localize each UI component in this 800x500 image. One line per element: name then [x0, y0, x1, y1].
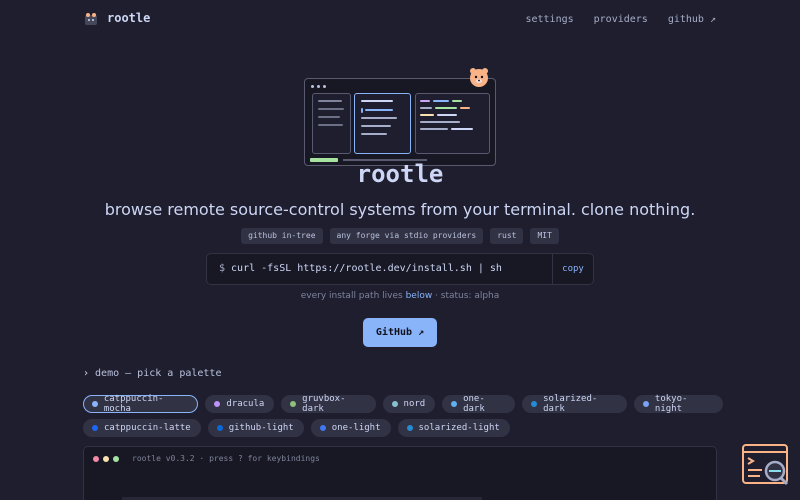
- rootle-logo-icon: [84, 11, 98, 25]
- install-command-box: $ curl -fsSL https://rootle.dev/install.s…: [206, 253, 594, 285]
- palette-label: one-light: [331, 423, 381, 433]
- maximize-dot-icon: [113, 456, 119, 462]
- brand[interactable]: rootle: [84, 11, 150, 25]
- demo-heading-text: demo — pick a palette: [95, 368, 222, 379]
- palette-chip-one-dark[interactable]: one-dark: [442, 394, 516, 414]
- install-note: every install path lives below · status:…: [0, 291, 800, 301]
- nav-links: settings providers github ↗: [525, 14, 716, 25]
- window-controls: [93, 456, 119, 462]
- demo-heading: › demo — pick a palette: [83, 368, 221, 379]
- close-dot-icon: [93, 456, 99, 462]
- bear-mascot-icon: [468, 66, 490, 88]
- palette-chip-dracula[interactable]: dracula: [205, 395, 275, 413]
- palette-dot-icon: [92, 425, 98, 431]
- palette-label: catppuccin-latte: [104, 423, 191, 433]
- palette-dot-icon: [216, 425, 223, 431]
- palette-label: solarized-dark: [543, 394, 598, 414]
- minimize-dot-icon: [103, 456, 109, 462]
- brand-name: rootle: [107, 11, 151, 25]
- chevron-right-icon: ›: [83, 368, 90, 379]
- badge-rust: rust: [490, 228, 524, 244]
- palette-label: nord: [403, 399, 426, 409]
- palette-dot-icon: [531, 401, 538, 407]
- nav-link-github[interactable]: github ↗: [668, 14, 716, 25]
- palette-label: one-dark: [463, 394, 485, 414]
- hero-tagline: browse remote source-control systems fro…: [104, 200, 696, 219]
- hero-illustration: [304, 66, 496, 168]
- badge-list: github in-tree any forge via stdio provi…: [0, 228, 800, 244]
- badge-github-in-tree: github in-tree: [241, 228, 323, 244]
- terminal-illustration: [304, 78, 496, 166]
- demo-terminal[interactable]: rootle v0.3.2 · press ? for keybindings: [83, 446, 717, 500]
- palette-dot-icon: [451, 401, 458, 407]
- terminal-search-icon: [742, 444, 790, 490]
- palette-dot-icon: [214, 401, 221, 407]
- palette-chip-one-light[interactable]: one-light: [310, 419, 391, 437]
- palette-row-1: catppuccin-mocha dracula gruvbox-dark no…: [83, 394, 723, 414]
- terminal-status-line: rootle v0.3.2 · press ? for keybindings: [132, 454, 320, 463]
- palette-label: gruvbox-dark: [302, 394, 346, 414]
- install-note-suffix: · status: alpha: [435, 291, 500, 301]
- install-command-text: curl -fsSL https://rootle.dev/install.sh…: [231, 263, 502, 274]
- hero-title: rootle: [356, 160, 444, 188]
- floating-widget[interactable]: [742, 444, 790, 486]
- palette-picker: catppuccin-mocha dracula gruvbox-dark no…: [83, 394, 723, 443]
- install-command[interactable]: $ curl -fsSL https://rootle.dev/install.s…: [219, 263, 502, 274]
- badge-mit: MIT: [530, 228, 559, 244]
- github-button[interactable]: GitHub ↗: [363, 318, 437, 347]
- palette-label: catppuccin-mocha: [103, 394, 164, 414]
- install-note-link[interactable]: below: [406, 291, 433, 301]
- palette-dot-icon: [319, 425, 326, 431]
- palette-label: tokyo-night: [654, 394, 688, 414]
- palette-chip-catppuccin-mocha[interactable]: catppuccin-mocha: [83, 394, 199, 414]
- palette-chip-catppuccin-latte[interactable]: catppuccin-latte: [83, 419, 201, 437]
- palette-label: github-light: [228, 423, 294, 433]
- palette-dot-icon: [391, 401, 398, 407]
- palette-chip-solarized-dark[interactable]: solarized-dark: [522, 394, 628, 414]
- palette-chip-github-light[interactable]: github-light: [207, 419, 304, 437]
- palette-chip-solarized-light[interactable]: solarized-light: [397, 419, 510, 437]
- palette-label: solarized-light: [418, 423, 500, 433]
- top-nav: rootle settings providers github ↗: [84, 11, 716, 31]
- nav-link-settings[interactable]: settings: [525, 14, 573, 25]
- palette-chip-nord[interactable]: nord: [382, 395, 436, 413]
- palette-dot-icon: [290, 401, 297, 407]
- nav-link-providers[interactable]: providers: [594, 14, 648, 25]
- palette-label: dracula: [226, 399, 265, 409]
- palette-row-2: catppuccin-latte github-light one-light …: [83, 419, 723, 437]
- palette-dot-icon: [406, 425, 413, 431]
- palette-dot-icon: [92, 401, 98, 407]
- prompt-symbol: $: [219, 263, 226, 274]
- palette-chip-gruvbox-dark[interactable]: gruvbox-dark: [281, 394, 376, 414]
- copy-button[interactable]: copy: [552, 254, 593, 284]
- palette-dot-icon: [643, 401, 649, 407]
- palette-chip-tokyo-night[interactable]: tokyo-night: [634, 394, 723, 414]
- install-note-prefix: every install path lives: [300, 291, 403, 301]
- badge-any-forge: any forge via stdio providers: [329, 228, 484, 244]
